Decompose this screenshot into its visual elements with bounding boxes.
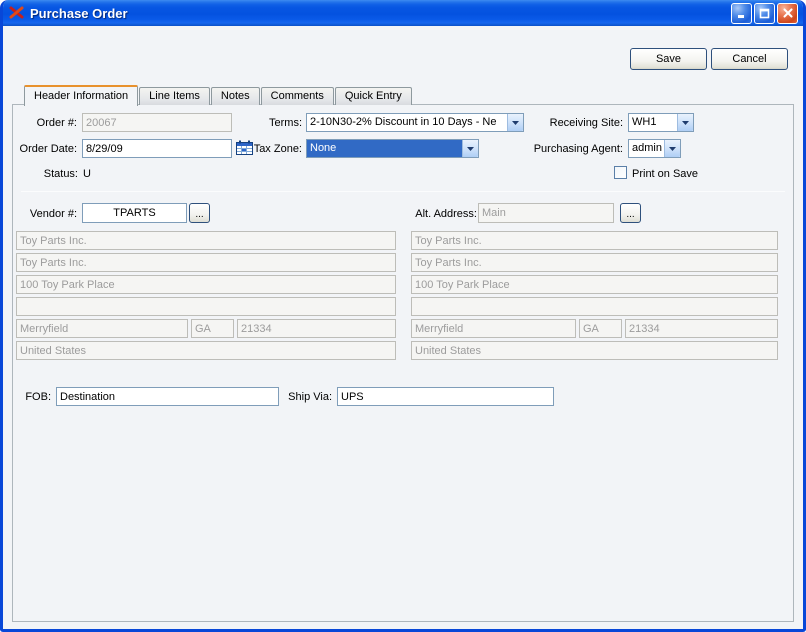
vendor-address-line1-input <box>16 253 396 272</box>
vendor-address-line3-input <box>16 297 396 316</box>
app-icon <box>9 5 25 21</box>
print-on-save-checkbox[interactable] <box>614 166 627 179</box>
tax-zone-label: Tax Zone: <box>242 142 302 156</box>
tab-bar: Header Information Line Items Notes Comm… <box>24 84 413 105</box>
purchasing-agent-combobox[interactable]: admin <box>628 139 681 158</box>
dropdown-arrow-icon[interactable] <box>462 140 478 157</box>
tab-quick-entry[interactable]: Quick Entry <box>335 87 412 105</box>
status-label: Status: <box>13 167 78 181</box>
order-number-label: Order #: <box>13 116 77 130</box>
print-on-save-label: Print on Save <box>632 167 698 181</box>
alt-address-city-input <box>411 319 576 338</box>
alt-address-lookup-button[interactable]: ... <box>620 203 641 223</box>
close-icon <box>782 7 794 19</box>
receiving-site-value: WH1 <box>629 114 677 131</box>
purchase-order-window: Purchase Order Save Cancel Header Inform… <box>0 0 806 632</box>
alt-address-state-input <box>579 319 622 338</box>
title-bar[interactable]: Purchase Order <box>3 0 803 26</box>
vendor-number-input[interactable] <box>82 203 187 223</box>
alt-address-label: Alt. Address: <box>393 207 477 221</box>
tab-header-information[interactable]: Header Information <box>24 85 138 106</box>
vendor-address-city-input <box>16 319 188 338</box>
receiving-site-combobox[interactable]: WH1 <box>628 113 694 132</box>
vendor-address-line2-input <box>16 275 396 294</box>
header-information-panel: Order #: Terms: 2-10N30-2% Discount in 1… <box>12 104 794 622</box>
dropdown-arrow-icon[interactable] <box>664 140 680 157</box>
vendor-lookup-button[interactable]: ... <box>189 203 210 223</box>
fob-input[interactable] <box>56 387 279 406</box>
purchasing-agent-label: Purchasing Agent: <box>513 142 623 156</box>
terms-value: 2-10N30-2% Discount in 10 Days - Ne <box>307 114 507 131</box>
tab-comments[interactable]: Comments <box>261 87 334 105</box>
window-controls <box>731 3 798 24</box>
tab-notes[interactable]: Notes <box>211 87 260 105</box>
minimize-icon <box>736 8 747 19</box>
tax-zone-value: None <box>307 140 462 157</box>
cancel-button[interactable]: Cancel <box>711 48 788 70</box>
dialog-body: Save Cancel Header Information Line Item… <box>3 26 803 629</box>
vendor-address-state-input <box>191 319 234 338</box>
save-button[interactable]: Save <box>630 48 707 70</box>
terms-combobox[interactable]: 2-10N30-2% Discount in 10 Days - Ne <box>306 113 524 132</box>
alt-address-line2-input <box>411 275 778 294</box>
fob-label: FOB: <box>16 390 51 404</box>
status-value: U <box>83 167 91 181</box>
order-number-input <box>82 113 232 132</box>
separator <box>21 191 785 192</box>
vendor-address-postal-input <box>237 319 396 338</box>
vendor-number-label: Vendor #: <box>13 207 77 221</box>
minimize-button[interactable] <box>731 3 752 24</box>
ship-via-label: Ship Via: <box>272 390 332 404</box>
maximize-icon <box>759 8 770 19</box>
alt-address-input <box>478 203 614 223</box>
order-date-input[interactable] <box>82 139 232 158</box>
vendor-address-name-input <box>16 231 396 250</box>
alt-address-name-input <box>411 231 778 250</box>
tax-zone-combobox[interactable]: None <box>306 139 479 158</box>
purchasing-agent-value: admin <box>629 140 664 157</box>
receiving-site-label: Receiving Site: <box>513 116 623 130</box>
ship-via-input[interactable] <box>337 387 554 406</box>
alt-address-line1-input <box>411 253 778 272</box>
alt-address-line3-input <box>411 297 778 316</box>
maximize-button[interactable] <box>754 3 775 24</box>
order-date-label: Order Date: <box>13 142 77 156</box>
tab-line-items[interactable]: Line Items <box>139 87 210 105</box>
alt-address-postal-input <box>625 319 778 338</box>
dropdown-arrow-icon[interactable] <box>677 114 693 131</box>
alt-address-country-input <box>411 341 778 360</box>
terms-label: Terms: <box>232 116 302 130</box>
close-button[interactable] <box>777 3 798 24</box>
window-title: Purchase Order <box>30 6 726 21</box>
vendor-address-country-input <box>16 341 396 360</box>
